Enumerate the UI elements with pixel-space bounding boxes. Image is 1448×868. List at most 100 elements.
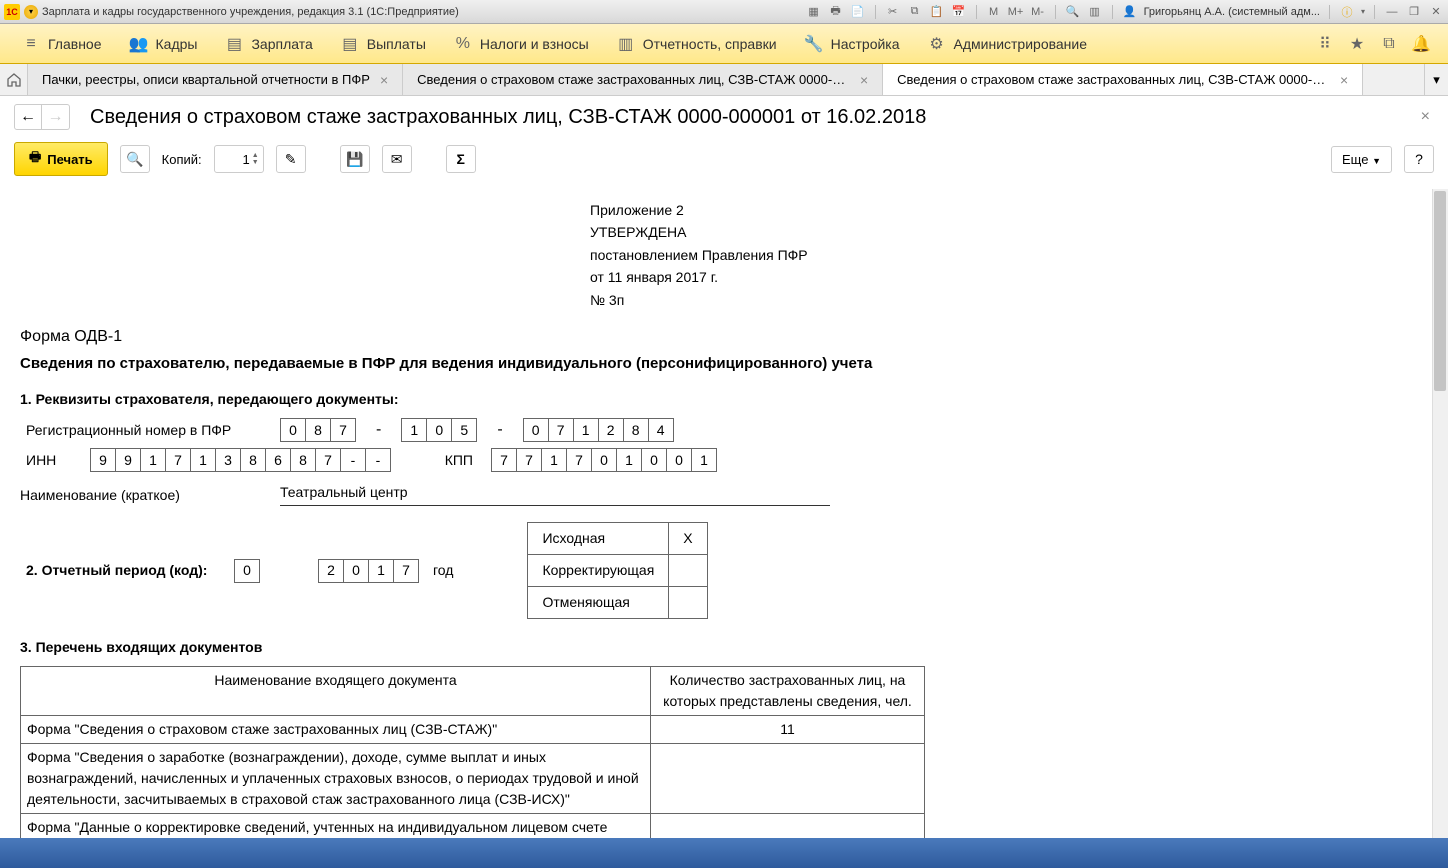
copies-input[interactable]: 1 ▲▼ <box>214 145 264 173</box>
help-button[interactable]: ? <box>1404 145 1434 173</box>
sum-button[interactable]: Σ <box>446 145 476 173</box>
os-taskbar[interactable] <box>0 838 1448 868</box>
tab-1-close[interactable]: × <box>380 72 388 88</box>
dash-separator: - <box>366 418 391 442</box>
star-icon[interactable]: ★ <box>1348 35 1366 53</box>
tb-print-icon[interactable]: 🖶 <box>828 4 844 20</box>
edit-button[interactable]: ✎ <box>276 145 306 173</box>
type-initial-label: Исходная <box>528 523 669 555</box>
table-row: Форма "Данные о корректировке сведений, … <box>21 814 925 838</box>
tb-mplus-icon[interactable]: M+ <box>1008 4 1024 20</box>
home-icon <box>6 72 22 88</box>
print-button[interactable]: 🖶 Печать <box>14 142 108 176</box>
form-title: Сведения по страхователю, передаваемые в… <box>20 353 1428 376</box>
window-close-button[interactable]: ✕ <box>1428 4 1444 20</box>
kpp-cell: 7 <box>516 448 542 472</box>
window-minimize-button[interactable]: — <box>1384 4 1400 20</box>
reg-cell: 8 <box>305 418 331 442</box>
more-button[interactable]: Еще ▼ <box>1331 146 1392 173</box>
menu-settings[interactable]: 🔧Настройка <box>791 29 914 59</box>
tb-doc-icon[interactable]: 📄 <box>850 4 866 20</box>
period-label: 2. Отчетный период (код): <box>20 560 220 581</box>
tab-2-close[interactable]: × <box>860 72 868 88</box>
preview-button[interactable]: 🔍 <box>120 145 150 173</box>
reg-cell: 2 <box>598 418 624 442</box>
menu-hamburger[interactable]: ≡Главное <box>8 29 116 59</box>
inn-cell: 6 <box>265 448 291 472</box>
apps-grid-icon[interactable]: ⠿ <box>1316 35 1334 53</box>
menu-zarplata-label: Зарплата <box>251 36 312 52</box>
menu-vyplaty-label: Выплаты <box>367 36 426 52</box>
mail-button[interactable]: ✉ <box>382 145 412 173</box>
kpp-cell: 7 <box>566 448 592 472</box>
save-button[interactable]: 💾 <box>340 145 370 173</box>
copies-spinner-icon[interactable]: ▲▼ <box>252 152 259 166</box>
bell-icon[interactable]: 🔔 <box>1412 35 1430 53</box>
more-label: Еще <box>1342 152 1368 167</box>
inn-cell: 1 <box>140 448 166 472</box>
reg-part-1: 0 8 7 <box>280 418 356 442</box>
type-initial-mark: X <box>669 523 707 555</box>
reg-cell: 0 <box>523 418 549 442</box>
tb-info-dropdown-icon[interactable]: ▾ <box>1361 7 1365 16</box>
tb-zoom-icon[interactable]: 🔍 <box>1065 4 1081 20</box>
tab-2[interactable]: Сведения о страховом стаже застрахованны… <box>403 64 883 95</box>
inn-cell: - <box>340 448 366 472</box>
menu-zarplata[interactable]: ▤Зарплата <box>211 29 326 59</box>
copies-label: Копий: <box>162 152 202 167</box>
print-label: Печать <box>47 152 92 167</box>
user-name: Григорьянц А.А. (системный адм... <box>1144 6 1320 18</box>
table-header-count: Количество застрахованных лиц, на которы… <box>651 667 925 716</box>
tabs-bar: Пачки, реестры, описи квартальной отчетн… <box>0 64 1448 96</box>
tab-3[interactable]: Сведения о страховом стаже застрахованны… <box>883 64 1363 95</box>
app-menu-dropdown-icon[interactable]: ▾ <box>24 5 38 19</box>
toolbar: 🖶 Печать 🔍 Копий: 1 ▲▼ ✎ 💾 ✉ Σ Еще ▼ ? <box>0 136 1448 189</box>
kpp-cell: 1 <box>691 448 717 472</box>
tb-cut-icon[interactable]: ✂ <box>885 4 901 20</box>
table-row: Форма "Сведения о страховом стаже застра… <box>21 716 925 744</box>
tb-calendar-icon[interactable]: 📅 <box>951 4 967 20</box>
scrollbar-thumb[interactable] <box>1434 191 1446 391</box>
app-logo-icon: 1C <box>4 4 20 20</box>
table-header-name: Наименование входящего документа <box>21 667 651 716</box>
type-cancelling-label: Отменяющая <box>528 587 669 619</box>
kpp-cell: 0 <box>641 448 667 472</box>
menu-admin[interactable]: ⚙Администрирование <box>914 29 1102 59</box>
tab-home[interactable] <box>0 64 28 95</box>
tab-1[interactable]: Пачки, реестры, описи квартальной отчетн… <box>28 64 403 95</box>
scrollbar-track[interactable] <box>1432 189 1448 838</box>
table-cell-count: 11 <box>651 716 925 744</box>
tb-grid-icon[interactable]: ▦ <box>806 4 822 20</box>
nav-back-button[interactable]: ← <box>14 104 42 130</box>
inn-cell: 1 <box>190 448 216 472</box>
reg-cell: 4 <box>648 418 674 442</box>
tab-3-close[interactable]: × <box>1340 72 1348 88</box>
nav-forward-button[interactable]: → <box>42 104 70 130</box>
tab-2-label: Сведения о страховом стаже застрахованны… <box>417 72 850 87</box>
history-icon[interactable]: ⧉ <box>1380 35 1398 53</box>
menu-kadry[interactable]: 👥Кадры <box>116 29 212 59</box>
tb-info-icon[interactable]: ⓘ <box>1339 4 1355 20</box>
page-close-button[interactable]: × <box>1417 104 1434 130</box>
tb-mminus-icon[interactable]: M- <box>1030 4 1046 20</box>
document-scroll-area[interactable]: Приложение 2 УТВЕРЖДЕНА постановлением П… <box>0 189 1448 838</box>
window-restore-button[interactable]: ❐ <box>1406 4 1422 20</box>
reg-cell: 8 <box>623 418 649 442</box>
menu-nalogi[interactable]: %Налоги и взносы <box>440 29 603 59</box>
table-cell-name: Форма "Сведения о заработке (вознагражде… <box>21 744 651 814</box>
menu-otchet[interactable]: ▥Отчетность, справки <box>603 29 791 59</box>
main-menu: ≡Главное 👥Кадры ▤Зарплата ▤Выплаты %Нало… <box>0 24 1448 64</box>
period-code-cell: 0 <box>234 559 260 583</box>
menu-vyplaty[interactable]: ▤Выплаты <box>327 29 440 59</box>
year-cell: 0 <box>343 559 369 583</box>
year-cell: 2 <box>318 559 344 583</box>
tb-copy-icon[interactable]: ⧉ <box>907 4 923 20</box>
incoming-docs-table: Наименование входящего документа Количес… <box>20 666 925 838</box>
tb-panel-icon[interactable]: ▥ <box>1087 4 1103 20</box>
menu-settings-label: Настройка <box>831 36 900 52</box>
approval-line-5: № 3п <box>590 289 1428 311</box>
tb-m-icon[interactable]: M <box>986 4 1002 20</box>
tabs-overflow[interactable]: ▾ <box>1424 64 1448 95</box>
tb-paste-icon[interactable]: 📋 <box>929 4 945 20</box>
inn-cell: 9 <box>90 448 116 472</box>
